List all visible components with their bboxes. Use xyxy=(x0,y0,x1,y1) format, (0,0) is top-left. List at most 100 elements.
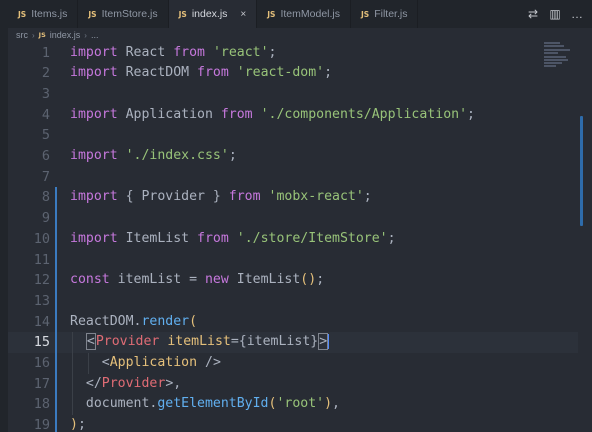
tab-label: Items.js xyxy=(31,8,68,20)
tab-index-js[interactable]: JS index.js × xyxy=(168,0,258,28)
line-number: 18 xyxy=(33,396,50,413)
code-token: ) xyxy=(308,272,317,288)
code-token: 'mobx-react' xyxy=(268,189,364,205)
js-file-icon: JS xyxy=(88,9,97,19)
line-number: 19 xyxy=(33,417,50,432)
scrollbar-thumb[interactable] xyxy=(580,116,583,226)
tab-itemstore-js[interactable]: JS ItemStore.js xyxy=(78,0,169,28)
code-token: './store/ItemStore' xyxy=(236,230,388,246)
code-line[interactable]: 6 import './index.css'; xyxy=(8,146,578,167)
breadcrumb-symbol[interactable]: ... xyxy=(91,30,99,40)
code-token: ; xyxy=(316,272,325,288)
line-number: 12 xyxy=(33,272,50,289)
code-editor[interactable]: 1 import React from 'react'; 2 import React… xyxy=(8,42,578,432)
js-file-icon: JS xyxy=(267,9,276,19)
tab-items-js[interactable]: JS Items.js xyxy=(8,0,79,28)
code-token: import xyxy=(70,65,118,81)
code-token: render xyxy=(141,313,190,329)
code-token: import xyxy=(70,44,118,60)
code-token: './components/Application' xyxy=(260,106,468,122)
code-text: import './index.css'; xyxy=(70,146,237,167)
code-token: getElementById xyxy=(157,396,269,412)
code-token: ; xyxy=(228,148,237,163)
code-line[interactable]: 19); xyxy=(8,415,578,432)
code-token: './index.css' xyxy=(125,148,229,163)
code-line[interactable]: 7 xyxy=(8,167,578,188)
text-cursor xyxy=(328,333,330,349)
code-token: from xyxy=(197,65,229,81)
code-token: ; xyxy=(363,189,372,205)
code-text: const itemList = new ItemList(); xyxy=(70,270,324,291)
code-token: from xyxy=(228,189,261,205)
code-line[interactable]: 12 const itemList = new ItemList(); xyxy=(8,270,578,291)
split-editor-icon[interactable]: ▥ xyxy=(548,7,562,21)
breadcrumb-file[interactable]: index.js xyxy=(50,30,81,40)
code-token: ReactDOM xyxy=(117,65,198,81)
tab-label: Filter.js xyxy=(374,8,408,20)
code-line[interactable]: 5 xyxy=(8,125,578,146)
code-line[interactable]: 13 xyxy=(8,291,578,312)
code-token: ) xyxy=(70,417,78,432)
code-token: ; xyxy=(268,44,277,60)
code-token: ; xyxy=(77,417,86,432)
code-token: Provider xyxy=(95,334,160,350)
code-token: 'root' xyxy=(276,396,325,412)
vertical-scrollbar[interactable] xyxy=(578,28,592,432)
chevron-right-icon: › xyxy=(32,30,35,40)
more-actions-icon[interactable]: … xyxy=(570,7,584,21)
code-token: Provider xyxy=(101,375,166,391)
line-number: 7 xyxy=(41,168,50,185)
code-token: > xyxy=(318,333,329,351)
compare-changes-icon[interactable]: ⇄ xyxy=(526,7,540,21)
code-line[interactable]: 4 import Application from './components/A… xyxy=(8,105,578,126)
code-token: ={itemList} xyxy=(230,334,319,350)
line-number: 3 xyxy=(41,85,50,102)
tab-itemmodel-js[interactable]: JS ItemModel.js xyxy=(257,0,351,28)
code-token: from xyxy=(220,106,253,122)
code-line[interactable]: 3 xyxy=(8,84,578,105)
code-token: const xyxy=(70,272,110,288)
code-token: ; xyxy=(467,106,475,122)
code-text: </Provider>, xyxy=(70,374,181,395)
code-token: new xyxy=(204,272,229,288)
close-icon[interactable]: × xyxy=(240,9,246,20)
line-number: 5 xyxy=(41,127,50,144)
code-line[interactable]: 18 document.getElementById('root'), xyxy=(8,394,578,415)
breadcrumb-folder[interactable]: src xyxy=(16,30,28,40)
js-file-icon: JS xyxy=(178,9,187,19)
code-line[interactable]: 10 import ItemList from './store/ItemStor… xyxy=(8,229,578,250)
code-line[interactable]: 15 <Provider itemList={itemList}> xyxy=(8,332,578,353)
code-token: ( xyxy=(189,313,198,329)
js-file-icon: JS xyxy=(18,9,27,19)
tab-filter-js[interactable]: JS Filter.js xyxy=(351,0,419,28)
code-line[interactable]: 16 <Application /> xyxy=(8,353,578,374)
code-text: import React from 'react'; xyxy=(70,43,276,64)
line-number: 9 xyxy=(41,210,50,227)
code-line[interactable]: 14 ReactDOM.render( xyxy=(8,312,578,333)
code-line[interactable]: 1 import React from 'react'; xyxy=(8,43,578,64)
code-line[interactable]: 11 xyxy=(8,250,578,271)
minimap[interactable] xyxy=(544,42,574,68)
code-line[interactable]: 9 xyxy=(8,208,578,229)
breadcrumb: src › JS index.js › ... xyxy=(8,28,592,42)
code-token: < xyxy=(85,333,96,351)
code-text: <Provider itemList={itemList}> xyxy=(70,332,330,353)
editor-actions: ⇄ ▥ … xyxy=(526,0,592,28)
code-token: </ xyxy=(85,375,102,391)
line-number: 2 xyxy=(41,65,50,82)
code-line[interactable]: 2 import ReactDOM from 'react-dom'; xyxy=(8,63,578,84)
code-token: ; xyxy=(387,230,396,246)
line-number: 6 xyxy=(41,148,50,164)
line-number: 13 xyxy=(33,292,50,309)
line-number: 8 xyxy=(41,189,50,206)
line-number: 14 xyxy=(33,313,50,330)
code-line[interactable]: 17 </Provider>, xyxy=(8,374,578,395)
code-token: itemList = xyxy=(109,272,205,288)
code-line[interactable]: 8 import { Provider } from 'mobx-react'; xyxy=(8,187,578,208)
